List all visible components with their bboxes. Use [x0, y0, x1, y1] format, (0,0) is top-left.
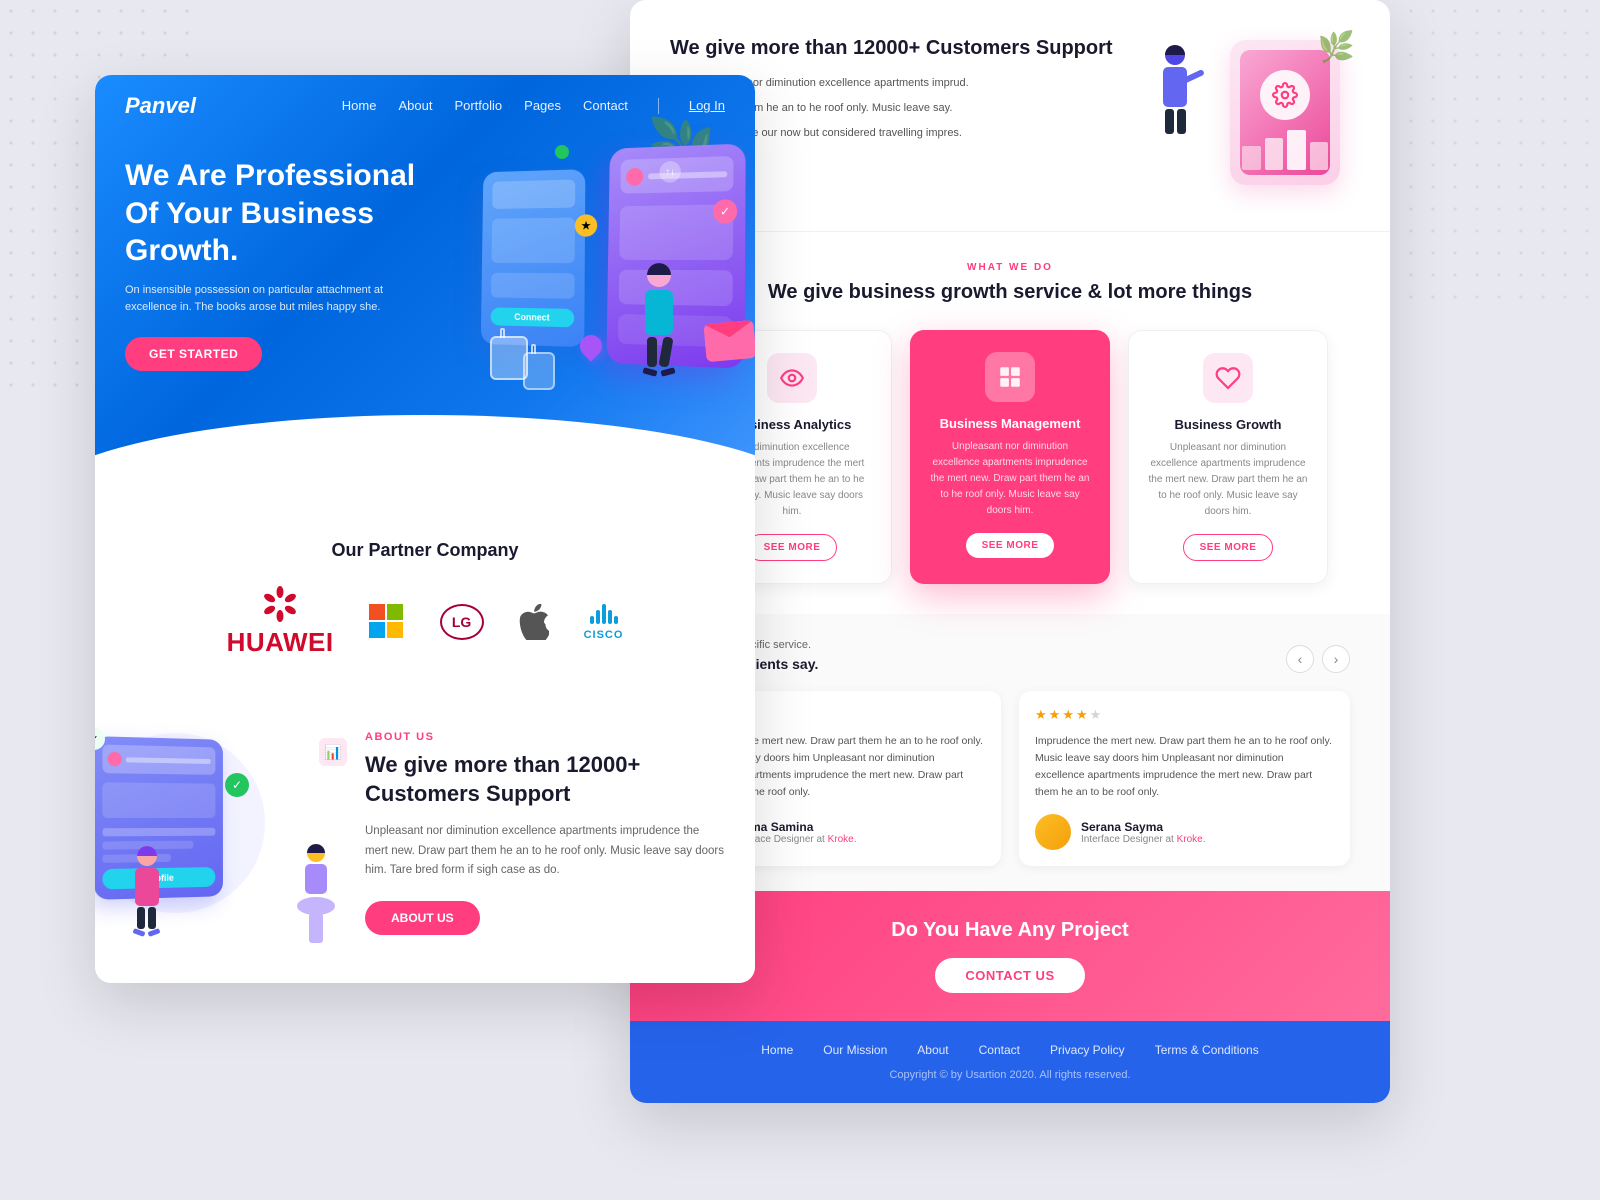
apple-logo [519, 604, 549, 640]
lg-logo: LG [440, 604, 484, 640]
back-top-illustration: 🌿 [1150, 35, 1350, 195]
growth-see-more-button[interactable]: SEE MORE [1183, 534, 1274, 561]
cisco-bars [590, 604, 618, 624]
author-role-2: Interface Designer at Kroke. [1081, 834, 1206, 845]
star-2-2: ★ [1049, 707, 1061, 723]
about-person-sitting [297, 844, 335, 943]
footer-link-home[interactable]: Home [761, 1043, 793, 1057]
growth-icon [1203, 353, 1253, 403]
about-float-1: 📊 [319, 738, 347, 766]
what-we-do-title: We give business growth service & lot mo… [670, 279, 1350, 305]
partners-title: Our Partner Company [125, 540, 725, 561]
partners-section: Our Partner Company HUAWEI [95, 505, 755, 693]
analytics-see-more-button[interactable]: SEE MORE [747, 534, 838, 561]
cta-title: Do You Have Any Project [670, 919, 1350, 942]
hero-title: We Are Professional Of Your Business Gro… [125, 157, 425, 270]
growth-name: Business Growth [1147, 417, 1309, 432]
testimonial-prev-button[interactable]: ‹ [1286, 645, 1314, 673]
nav-divider [658, 98, 659, 114]
service-card-management: Business Management Unpleasant nor dimin… [910, 330, 1110, 584]
apple-icon [519, 604, 549, 640]
testimonial-author-2: Serana Sayma Interface Designer at Kroke… [1035, 814, 1334, 850]
management-see-more-button[interactable]: SEE MORE [966, 533, 1055, 558]
testimonial-text-2: Imprudence the mert new. Draw part them … [1035, 733, 1334, 800]
footer-copyright: Copyright © by Usartion 2020. All rights… [670, 1069, 1350, 1081]
nav-about[interactable]: About [398, 98, 432, 113]
hero-section: Panvel Home About Portfolio Pages Contac… [95, 75, 755, 505]
star-2-3: ★ [1062, 707, 1074, 723]
plant-leaves-icon: 🌿 [1318, 30, 1355, 65]
about-section: Profile [95, 693, 755, 983]
partner-logos: HUAWEI LG [125, 586, 725, 658]
nav-home[interactable]: Home [342, 98, 377, 113]
testimonials-header: We give you specific service. Why some c… [670, 639, 1350, 673]
lg-circle: LG [440, 604, 484, 640]
footer-link-terms[interactable]: Terms & Conditions [1155, 1043, 1259, 1057]
footer-link-privacy[interactable]: Privacy Policy [1050, 1043, 1125, 1057]
management-name: Business Management [928, 416, 1092, 431]
what-we-do-label: WHAT WE DO [670, 262, 1350, 273]
testimonial-next-button[interactable]: › [1322, 645, 1350, 673]
management-icon [985, 352, 1035, 402]
nav-links: Home About Portfolio Pages Contact Log I… [342, 97, 725, 115]
lg-text: LG [452, 614, 471, 630]
hero-content: We Are Professional Of Your Business Gro… [95, 137, 755, 371]
nav-portfolio[interactable]: Portfolio [454, 98, 502, 113]
about-person-standing [133, 846, 160, 935]
nav-contact[interactable]: Contact [583, 98, 628, 113]
phone-gear-icon [1260, 70, 1310, 120]
logo: Panvel [125, 93, 342, 119]
testimonial-nav: ‹ › [1286, 645, 1350, 673]
about-illustration: Profile [95, 723, 355, 943]
back-person-illustration [1155, 45, 1195, 190]
author-avatar-2 [1035, 814, 1071, 850]
testimonials-grid: ★ ★ ★ ★ ★ Imprudence the mert new. Draw … [670, 691, 1350, 866]
huawei-logo: HUAWEI [227, 586, 334, 658]
service-card-growth: Business Growth Unpleasant nor diminutio… [1128, 330, 1328, 584]
footer: Home Our Mission About Contact Privacy P… [630, 1021, 1390, 1103]
footer-link-about[interactable]: About [917, 1043, 948, 1057]
about-label: ABOUT US [365, 731, 725, 743]
analytics-icon [767, 353, 817, 403]
cisco-logo: CISCO [584, 604, 624, 641]
stars-2: ★ ★ ★ ★ ★ [1035, 707, 1334, 723]
testimonial-card-2: ★ ★ ★ ★ ★ Imprudence the mert new. Draw … [1019, 691, 1350, 866]
growth-desc: Unpleasant nor diminution excellence apa… [1147, 440, 1309, 520]
management-desc: Unpleasant nor diminution excellence apa… [928, 439, 1092, 519]
author-name-2: Serana Sayma [1081, 820, 1206, 834]
huawei-icon [260, 586, 300, 622]
about-content: ABOUT US We give more than 12000+ Custom… [355, 731, 755, 935]
navbar: Panvel Home About Portfolio Pages Contac… [95, 75, 755, 137]
author-info-2: Serana Sayma Interface Designer at Kroke… [1081, 820, 1206, 845]
star-2-5: ★ [1090, 707, 1102, 723]
footer-links: Home Our Mission About Contact Privacy P… [670, 1043, 1350, 1057]
windows-logo [369, 604, 405, 640]
footer-link-contact[interactable]: Contact [979, 1043, 1020, 1057]
get-started-button[interactable]: GET STARTED [125, 337, 262, 371]
back-top-title: We give more than 12000+ Customers Suppo… [670, 35, 1130, 61]
contact-us-button[interactable]: CONTACT US [935, 958, 1084, 993]
front-page: Panvel Home About Portfolio Pages Contac… [95, 75, 755, 983]
windows-icon [369, 604, 405, 640]
nav-pages[interactable]: Pages [524, 98, 561, 113]
bg-dots-right [1400, 0, 1600, 300]
star-2-4: ★ [1076, 707, 1088, 723]
star-2-1: ★ [1035, 707, 1047, 723]
nav-login[interactable]: Log In [689, 98, 725, 113]
services-grid: Business Analytics Our diminution excell… [670, 330, 1350, 584]
hero-description: On insensible possession on particular a… [125, 282, 405, 317]
about-check-float: ✓ [225, 773, 249, 797]
cisco-name: CISCO [584, 629, 624, 641]
about-description: Unpleasant nor diminution excellence apa… [365, 822, 725, 881]
huawei-name: HUAWEI [227, 627, 334, 658]
about-us-button[interactable]: ABOUT US [365, 901, 480, 935]
footer-link-mission[interactable]: Our Mission [823, 1043, 887, 1057]
about-title: We give more than 12000+ Customers Suppo… [365, 751, 725, 808]
